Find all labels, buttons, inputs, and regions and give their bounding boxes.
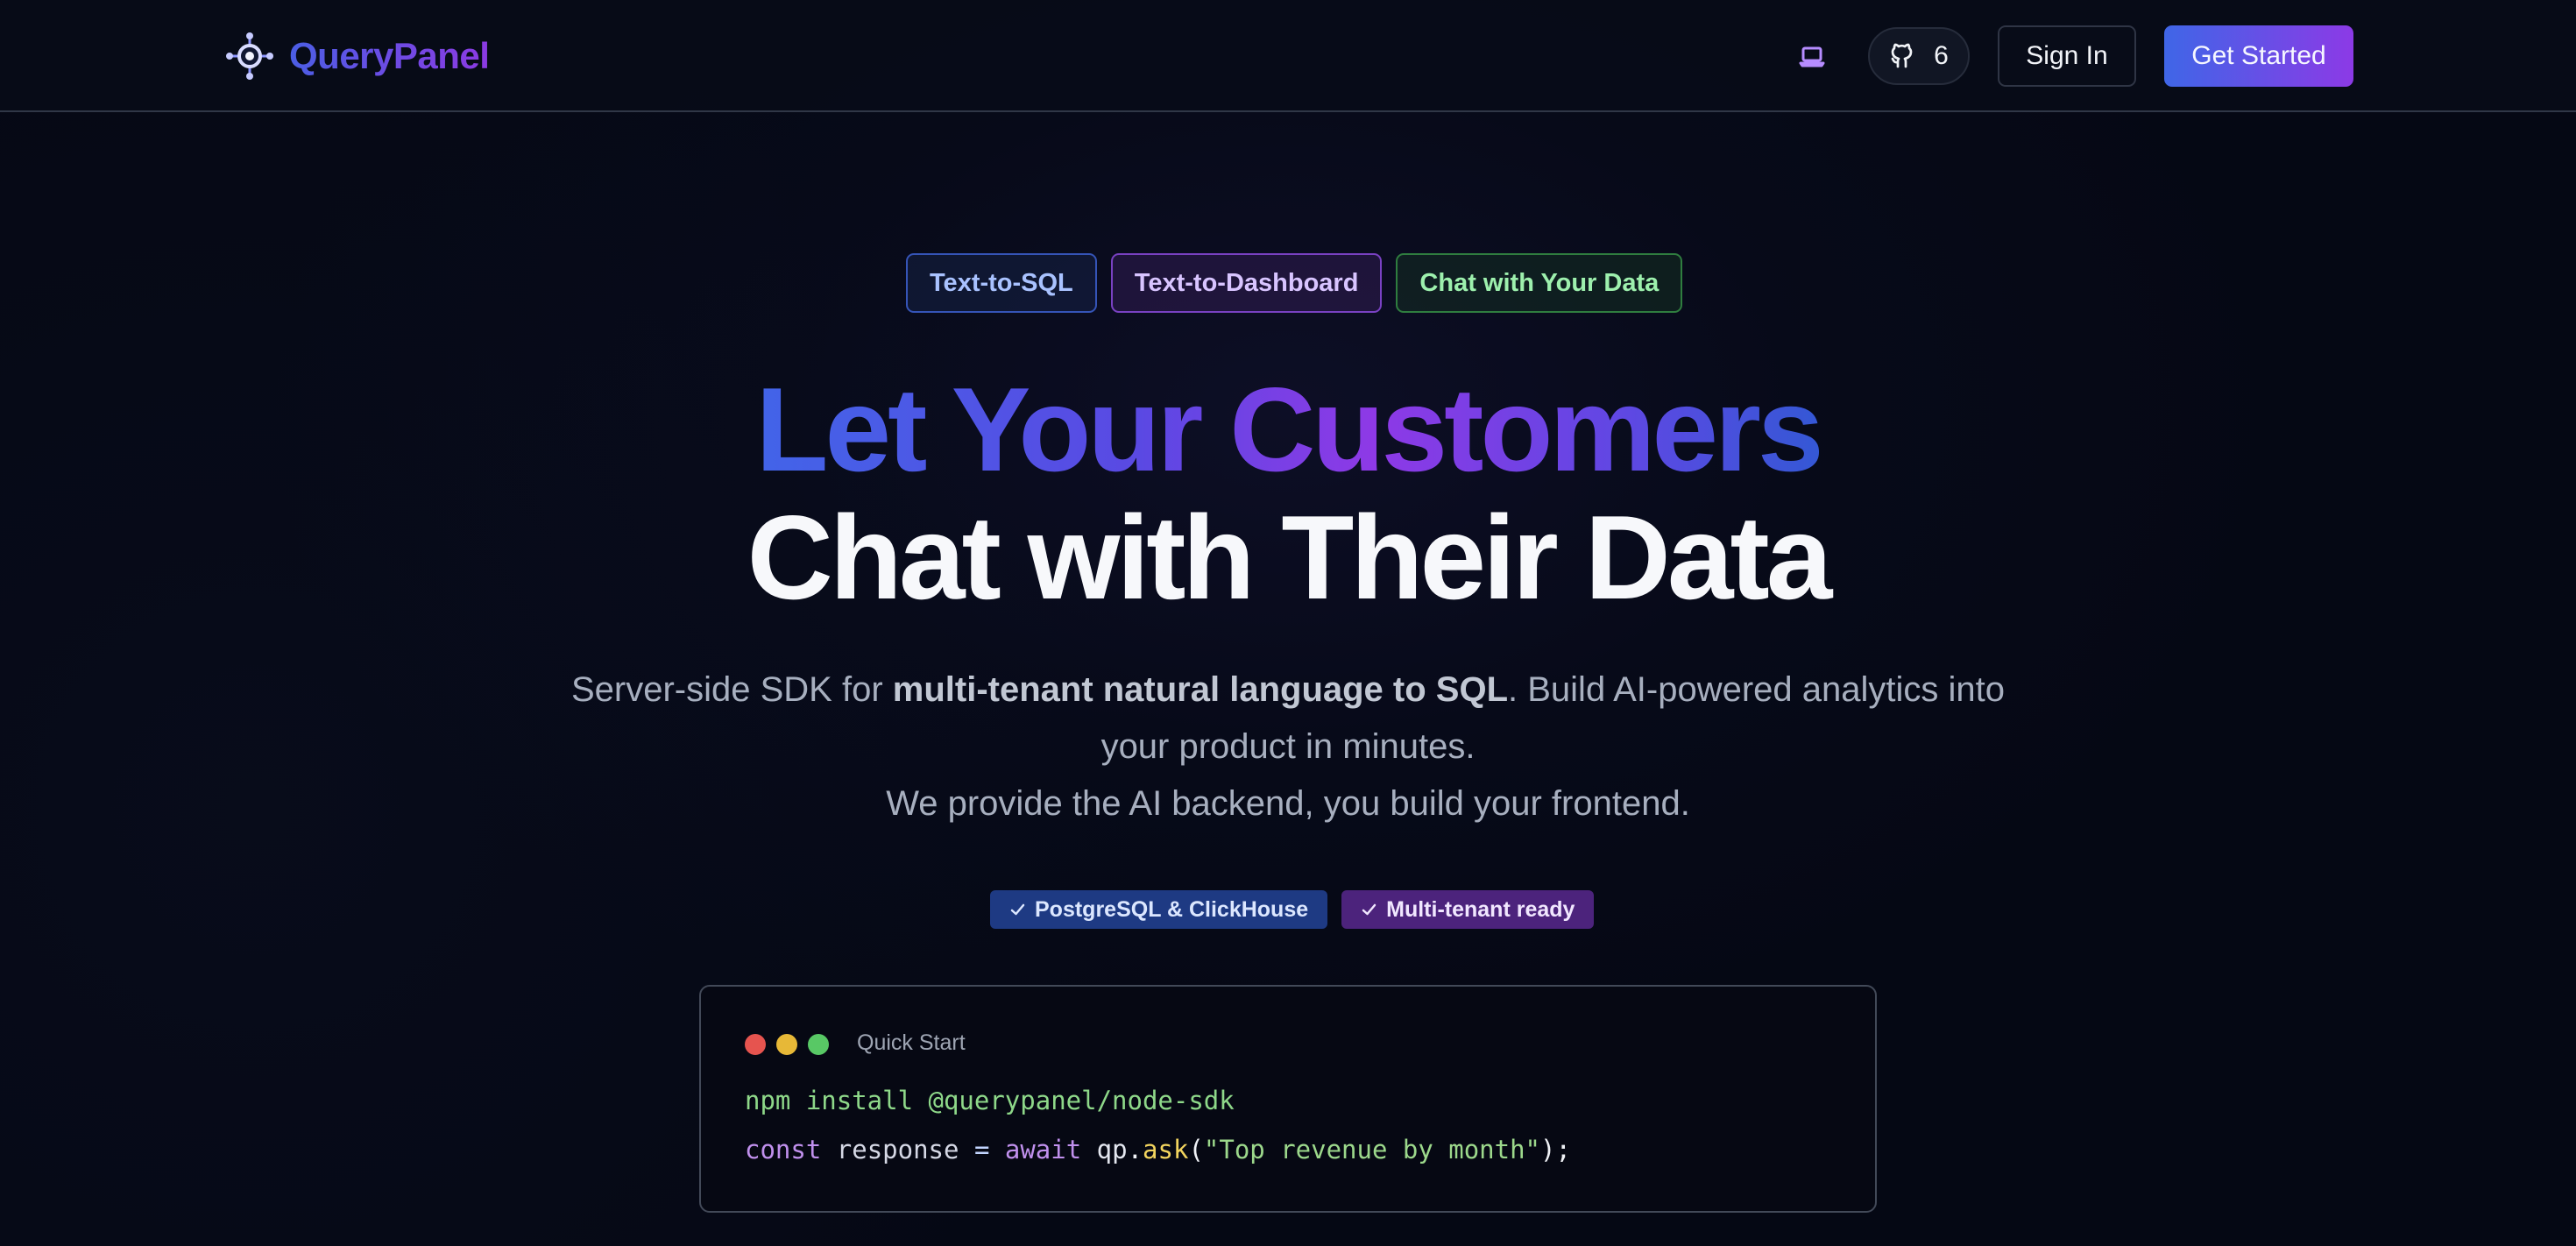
quick-start-title: Quick Start — [857, 1030, 966, 1055]
get-started-button[interactable]: Get Started — [2164, 25, 2353, 87]
github-icon — [1891, 43, 1913, 67]
hero-subtitle: Server-side SDK for multi-tenant natural… — [570, 670, 2005, 823]
brand-home-link[interactable]: QueryPanel — [224, 30, 490, 82]
quick-start-code-card: Quick Start npm install @querypanel/node… — [699, 985, 1877, 1213]
hero-title-line-1: Let Your Customers — [755, 363, 1823, 496]
ask-code-line: const response = await qp.ask("Top reven… — [745, 1135, 1571, 1165]
github-stars-link[interactable]: 6 — [1868, 27, 1970, 85]
laptop-icon — [1799, 46, 1825, 67]
chat-with-data-tag: Chat with Your Data — [1396, 253, 1683, 313]
brand-name: QueryPanel — [289, 35, 490, 76]
network-node-icon — [226, 32, 273, 80]
install-command: npm install @querypanel/node-sdk — [745, 1086, 1235, 1115]
red-window-dot — [745, 1034, 766, 1055]
text-to-dashboard-tag: Text-to-Dashboard — [1110, 253, 1383, 313]
text-to-sql-tag: Text-to-SQL — [906, 253, 1097, 313]
multi-tenant-badge: Multi-tenant ready — [1341, 890, 1595, 929]
theme-toggle-button[interactable] — [1784, 28, 1840, 84]
yellow-window-dot — [776, 1034, 797, 1055]
sign-in-button[interactable]: Sign In — [1998, 25, 2136, 87]
check-icon — [1010, 903, 1025, 915]
top-navigation: QueryPanel 6 Sign In Get Started — [0, 0, 2576, 112]
check-icon — [1362, 903, 1376, 915]
product-tags: Text-to-SQL Text-to-Dashboard Chat with … — [906, 253, 1683, 313]
hero-title-line-2: Chat with Their Data — [747, 491, 1833, 624]
postgres-clickhouse-badge: PostgreSQL & ClickHouse — [990, 890, 1328, 929]
header-actions: 6 Sign In Get Started — [1784, 25, 2353, 88]
github-star-count: 6 — [1934, 41, 1949, 70]
window-controls — [745, 1034, 829, 1055]
green-window-dot — [808, 1034, 829, 1055]
feature-badges: PostgreSQL & ClickHouse Multi-tenant rea… — [990, 890, 1595, 929]
